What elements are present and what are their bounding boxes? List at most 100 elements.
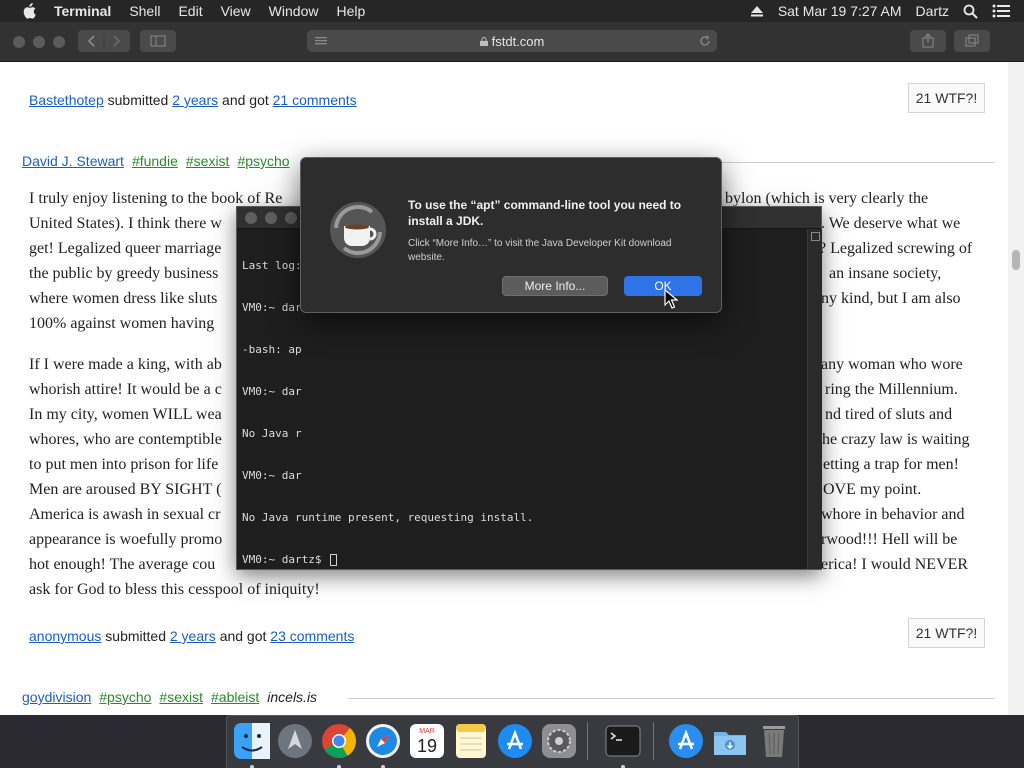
text-fragment: I truly enjoy listening to the book of R… bbox=[29, 190, 283, 207]
tabs-overview-button[interactable] bbox=[954, 30, 990, 52]
submitter-link[interactable]: anonymous bbox=[29, 628, 101, 644]
window-minimize-button[interactable] bbox=[33, 36, 45, 48]
split-pane-icon[interactable] bbox=[811, 232, 820, 241]
apple-icon[interactable] bbox=[20, 3, 38, 19]
wtf-button[interactable]: 21 WTF?! bbox=[908, 618, 985, 648]
calendar-month: MAR bbox=[419, 728, 435, 735]
author-link[interactable]: David J. Stewart bbox=[22, 153, 124, 169]
post-header: David J. Stewart #fundie #sexist #psycho bbox=[22, 153, 290, 169]
text-fragment: 100% against women having bbox=[29, 315, 215, 332]
text-fragment: rwood!!! Hell will be bbox=[821, 531, 958, 548]
safari-icon[interactable] bbox=[364, 722, 402, 760]
age-link[interactable]: 2 years bbox=[172, 92, 218, 108]
app-store-folder-icon[interactable] bbox=[667, 722, 705, 760]
text-fragment: ring the Millennium. bbox=[825, 381, 958, 398]
comments-link[interactable]: 23 comments bbox=[270, 628, 354, 644]
menu-view[interactable]: View bbox=[221, 3, 251, 19]
terminal-line: VM0:~ dar bbox=[242, 469, 302, 482]
terminal-minimize-button[interactable] bbox=[265, 212, 277, 224]
submitter-link[interactable]: Bastethotep bbox=[29, 92, 104, 108]
text-fragment: In my city, women WILL wea bbox=[29, 406, 222, 423]
text-fragment: America is awash in sexual cr bbox=[29, 506, 221, 523]
text-fragment: the public by greedy business bbox=[29, 265, 219, 282]
page-scroll-thumb[interactable] bbox=[1012, 250, 1020, 270]
window-zoom-button[interactable] bbox=[53, 36, 65, 48]
tag-link[interactable]: #sexist bbox=[159, 689, 203, 705]
page-scrollbar[interactable] bbox=[1008, 62, 1024, 715]
reload-icon[interactable] bbox=[699, 35, 711, 47]
tag-link[interactable]: #fundie bbox=[132, 153, 178, 169]
reader-icon[interactable] bbox=[315, 36, 327, 46]
text-fragment: OVE my point. bbox=[823, 481, 922, 498]
finder-icon[interactable] bbox=[233, 722, 271, 760]
text-fragment: United States). I think there w bbox=[29, 215, 222, 232]
comments-link[interactable]: 21 comments bbox=[273, 92, 357, 108]
calendar-day: 19 bbox=[417, 736, 437, 756]
spotlight-search-icon[interactable] bbox=[963, 4, 978, 19]
menu-user[interactable]: Dartz bbox=[916, 3, 949, 19]
menu-window[interactable]: Window bbox=[269, 3, 319, 19]
text-fragment: an insane society, bbox=[829, 265, 942, 282]
source-label: incels.is bbox=[267, 689, 318, 705]
wtf-button[interactable]: 21 WTF?! bbox=[908, 83, 985, 113]
text-fragment: whorish attire! It would be a c bbox=[29, 381, 222, 398]
java-coffee-cup-icon bbox=[330, 202, 386, 258]
terminal-zoom-button[interactable] bbox=[285, 212, 297, 224]
url-bar[interactable]: fstdt.com bbox=[307, 30, 717, 52]
terminal-scrollbar[interactable] bbox=[807, 229, 822, 569]
system-preferences-icon[interactable] bbox=[540, 722, 578, 760]
text-fragment: etting a trap for men! bbox=[823, 456, 959, 473]
tag-link[interactable]: #psycho bbox=[237, 153, 289, 169]
window-close-button[interactable] bbox=[13, 36, 25, 48]
text-fragment: where women dress like sluts bbox=[29, 290, 218, 307]
text-fragment: If I were made a king, with ab bbox=[29, 356, 222, 373]
trash-icon[interactable] bbox=[755, 722, 793, 760]
back-forward-buttons[interactable] bbox=[78, 30, 130, 52]
ok-button[interactable]: OK bbox=[624, 276, 702, 296]
chevron-left-right-icon bbox=[87, 33, 121, 49]
text-fragment: whores, who are contemptible bbox=[29, 431, 222, 448]
tag-link[interactable]: #sexist bbox=[186, 153, 230, 169]
author-link[interactable]: goydivision bbox=[22, 689, 91, 705]
app-store-icon[interactable] bbox=[496, 722, 534, 760]
mouse-pointer-icon bbox=[664, 289, 678, 309]
launchpad-icon[interactable] bbox=[276, 722, 314, 760]
post-header: goydivision #psycho #sexist #ableist inc… bbox=[22, 689, 317, 705]
terminal-cursor bbox=[330, 554, 338, 566]
dock-separator bbox=[653, 722, 654, 760]
url-text: fstdt.com bbox=[491, 33, 545, 49]
menu-edit[interactable]: Edit bbox=[178, 3, 202, 19]
chrome-icon[interactable] bbox=[320, 722, 358, 760]
menu-bar: Terminal Shell Edit View Window Help Sat… bbox=[0, 0, 1024, 22]
terminal-line: No Java r bbox=[242, 427, 302, 440]
terminal-prompt: VM0:~ dartz$ bbox=[242, 553, 329, 566]
terminal-icon[interactable] bbox=[604, 722, 642, 760]
notes-icon[interactable] bbox=[452, 722, 490, 760]
submitted-word: submitted bbox=[105, 628, 166, 644]
menu-datetime[interactable]: Sat Mar 19 7:27 AM bbox=[778, 3, 902, 19]
share-button[interactable] bbox=[910, 30, 946, 52]
notification-center-icon[interactable] bbox=[992, 4, 1010, 18]
alert-message: Click “More Info…” to visit the Java Dev… bbox=[408, 238, 672, 263]
post-meta: anonymous submitted 2 years and got 23 c… bbox=[29, 628, 354, 644]
menu-app-name[interactable]: Terminal bbox=[54, 3, 111, 19]
and-got-text: and got bbox=[219, 628, 267, 644]
tabs-icon bbox=[965, 34, 979, 47]
text-fragment: . We deserve what we bbox=[821, 215, 961, 232]
text-fragment: erica! I would NEVER bbox=[821, 556, 969, 573]
eject-icon[interactable] bbox=[750, 5, 764, 17]
tag-link[interactable]: #ableist bbox=[211, 689, 259, 705]
text-fragment: ny kind, but I am also bbox=[821, 290, 961, 307]
terminal-close-button[interactable] bbox=[245, 212, 257, 224]
text-fragment: whore in behavior and bbox=[821, 506, 965, 523]
submitted-word: submitted bbox=[107, 92, 169, 108]
terminal-line: -bash: ap bbox=[242, 343, 302, 356]
tag-link[interactable]: #psycho bbox=[99, 689, 151, 705]
downloads-folder-icon[interactable] bbox=[711, 722, 749, 760]
more-info-button[interactable]: More Info... bbox=[502, 276, 608, 296]
sidebar-button[interactable] bbox=[140, 30, 176, 52]
calendar-icon[interactable]: MAR 19 bbox=[408, 722, 446, 760]
menu-help[interactable]: Help bbox=[336, 3, 365, 19]
menu-shell[interactable]: Shell bbox=[129, 3, 160, 19]
age-link[interactable]: 2 years bbox=[170, 628, 216, 644]
